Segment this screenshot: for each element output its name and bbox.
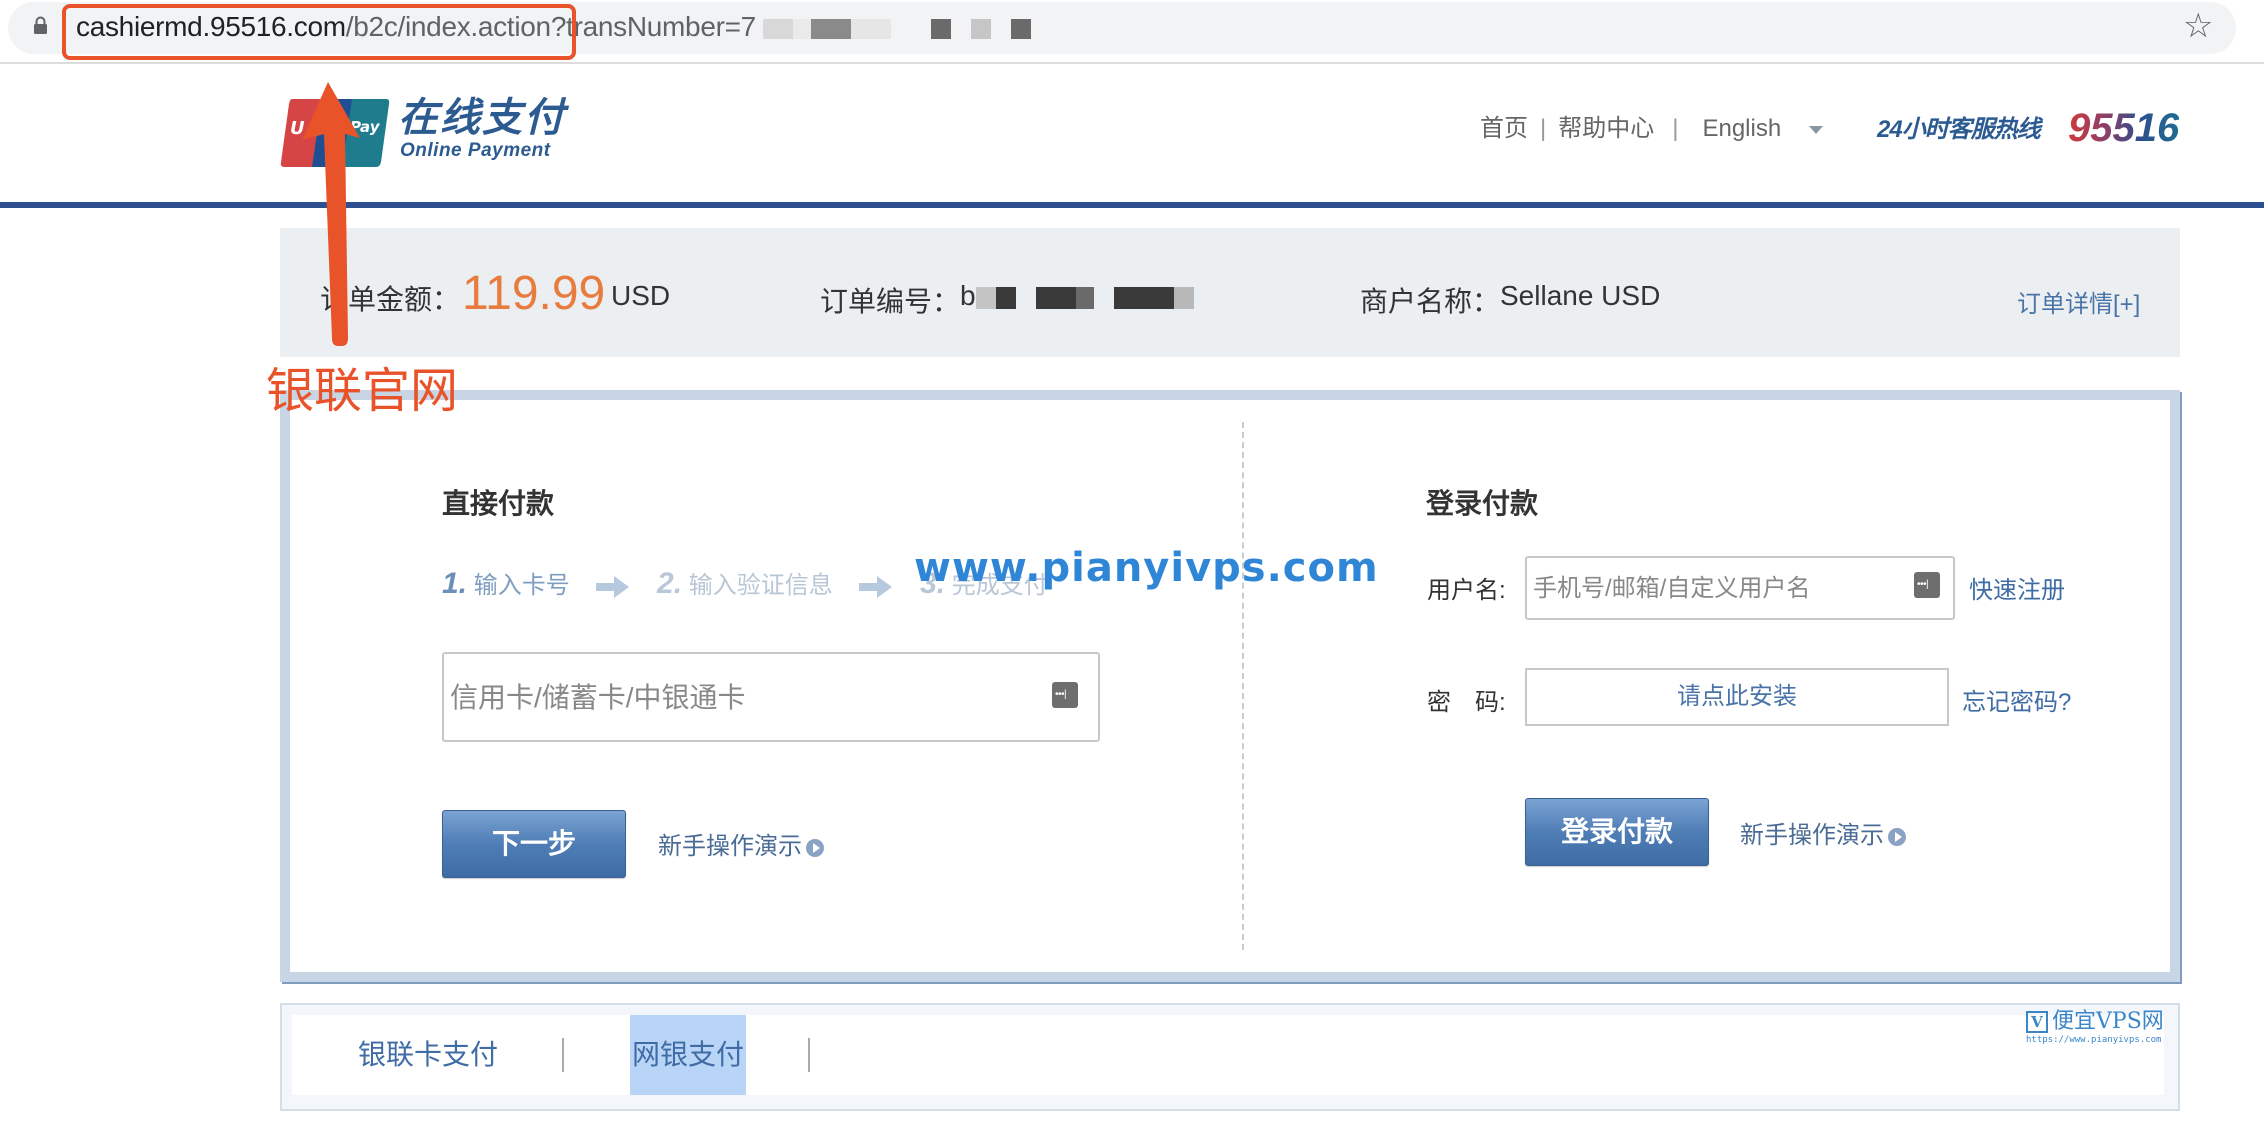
order-amount: 119.99 xyxy=(462,267,606,320)
merchant-name: Sellane USD xyxy=(1500,280,1661,311)
watermark-badge-name: 便宜VPS网 xyxy=(2052,1009,2164,1034)
step-arrow-icon xyxy=(596,575,630,598)
watermark-text: www.pianyivps.com xyxy=(914,545,1379,591)
tutorial-link-label: 新手操作演示 xyxy=(658,833,802,860)
order-currency: USD xyxy=(611,280,671,311)
forgot-password-link[interactable]: 忘记密码? xyxy=(1962,682,2071,717)
keyboard-icon[interactable] xyxy=(1052,682,1078,708)
card-number-field[interactable] xyxy=(442,652,1100,742)
step-1-label: 输入卡号 xyxy=(473,572,570,599)
play-icon xyxy=(1888,827,1906,846)
nav-separator: | xyxy=(1540,115,1547,142)
chevron-down-icon xyxy=(1809,125,1824,134)
card-number-input[interactable] xyxy=(444,654,1052,742)
annotation-highlight-box xyxy=(62,4,576,60)
top-nav: 首页 | 帮助中心 | English xyxy=(1480,112,1824,146)
step-arrow-icon xyxy=(859,575,893,598)
order-details-link[interactable]: 订单详情[+] xyxy=(2017,284,2140,319)
redacted-block xyxy=(971,18,992,39)
redacted-block xyxy=(763,18,794,39)
redacted-block xyxy=(1173,286,1194,309)
annotation-arrow-icon xyxy=(302,82,360,346)
redacted-block xyxy=(793,18,812,39)
tab-separator xyxy=(562,1038,564,1072)
hotline-label: 24小时客服热线 xyxy=(1877,116,2041,143)
play-icon xyxy=(806,838,824,857)
hotline-number: 95516 xyxy=(2068,106,2180,150)
step-2-label: 输入验证信息 xyxy=(688,572,833,599)
browser-toolbar: cashiermd.95516.com/b2c/index.action?tra… xyxy=(0,0,2264,64)
order-number: b xyxy=(960,280,1194,312)
redacted-block xyxy=(851,18,892,39)
nav-help-link[interactable]: 帮助中心 xyxy=(1558,115,1654,142)
annotation-label: 银联官网 xyxy=(266,365,459,418)
tutorial-link[interactable]: 新手操作演示 xyxy=(658,826,824,861)
v-logo-icon: V xyxy=(2026,1011,2048,1033)
star-icon[interactable]: ☆ xyxy=(2183,8,2213,44)
keyboard-icon[interactable] xyxy=(1914,572,1940,598)
redacted-block xyxy=(931,18,952,39)
redacted-block xyxy=(975,286,996,309)
username-field[interactable] xyxy=(1525,556,1955,620)
logo-title: 在线支付 xyxy=(398,95,566,141)
language-label: English xyxy=(1702,115,1782,142)
quick-register-link[interactable]: 快速注册 xyxy=(1969,570,2065,605)
watermark-badge-url: https://www.pianyivps.com xyxy=(2026,1035,2162,1045)
redacted-block xyxy=(1075,286,1094,309)
order-number-prefix: b xyxy=(960,280,976,311)
direct-pay-heading: 直接付款 xyxy=(442,488,555,519)
redacted-block xyxy=(1113,286,1174,309)
redacted-block xyxy=(1035,286,1076,309)
watermark-badge: V 便宜VPS网 https://www.pianyivps.com xyxy=(2026,1010,2164,1046)
tabs-inner xyxy=(292,1015,2164,1095)
logo-subtitle: Online Payment xyxy=(400,140,551,161)
tab-unionpay-card[interactable]: 银联卡支付 xyxy=(358,1015,498,1095)
username-input[interactable] xyxy=(1527,558,1915,620)
next-step-button[interactable]: 下一步 xyxy=(442,810,626,878)
tutorial-link-label: 新手操作演示 xyxy=(1740,822,1884,849)
password-install-field[interactable]: 请点此安装 xyxy=(1525,668,1949,726)
login-pay-heading: 登录付款 xyxy=(1426,488,1539,519)
order-number-label: 订单编号： xyxy=(820,286,961,317)
nav-separator: | xyxy=(1672,115,1679,142)
redacted-block xyxy=(1011,18,1032,39)
panel-divider xyxy=(1242,422,1244,950)
username-label: 用户名: xyxy=(1427,577,1506,604)
language-select[interactable]: English xyxy=(1702,115,1824,142)
nav-home-link[interactable]: 首页 xyxy=(1480,115,1528,142)
step-2-number: 2. xyxy=(657,567,683,600)
redacted-block xyxy=(995,286,1016,309)
redacted-block xyxy=(811,18,852,39)
step-1-number: 1. xyxy=(442,567,468,600)
merchant-label: 商户名称： xyxy=(1360,286,1501,317)
login-pay-button[interactable]: 登录付款 xyxy=(1525,798,1709,866)
password-label: 密 码: xyxy=(1427,689,1506,716)
tab-separator xyxy=(808,1038,810,1072)
tutorial-link[interactable]: 新手操作演示 xyxy=(1740,815,1906,850)
lock-icon xyxy=(34,16,47,34)
tab-online-banking[interactable]: 网银支付 xyxy=(630,1015,747,1095)
logo-text: 在线支付 Online Payment xyxy=(398,96,566,162)
